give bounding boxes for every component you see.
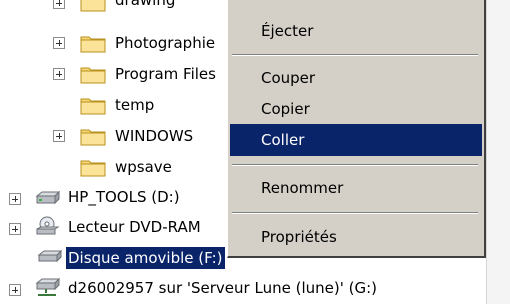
menu-separator [232, 164, 478, 166]
folder-icon [80, 67, 106, 84]
expand-toggle-windows[interactable] [53, 130, 65, 142]
expand-toggle-drawing[interactable] [53, 0, 65, 9]
folder-icon [80, 129, 106, 146]
vertical-scrollbar[interactable] [486, 0, 510, 304]
expand-toggle-network-drive[interactable] [9, 284, 21, 296]
tree-item-label[interactable]: drawing [113, 0, 177, 11]
tree-item-label[interactable]: HP_TOOLS (D:) [66, 186, 182, 208]
menu-item-proprietes[interactable]: Propriétés [230, 221, 482, 253]
tree-item-label[interactable]: d26002957 sur 'Serveur Lune (lune)' (G:) [66, 277, 379, 299]
expand-toggle-hp-tools[interactable] [9, 193, 21, 205]
tree-item-label[interactable]: Program Files [113, 63, 218, 85]
tree-item-label[interactable]: temp [113, 94, 156, 116]
menu-item-couper[interactable]: Couper [230, 62, 482, 94]
tree-item-label[interactable]: Lecteur DVD-RAM [66, 216, 203, 238]
tree-item-label[interactable]: Photographie [113, 32, 217, 54]
menu-item-ejecter[interactable]: Éjecter [230, 15, 482, 47]
tree-item-label[interactable]: wpsave [113, 156, 174, 178]
menu-item-copier[interactable]: Copier [230, 93, 482, 125]
menu-item-coller[interactable]: Coller [230, 124, 482, 156]
network-drive-icon [35, 277, 61, 296]
hard-drive-icon [35, 190, 61, 205]
menu-separator [232, 212, 478, 214]
folder-icon [80, 0, 106, 12]
expand-toggle-photographie[interactable] [53, 37, 65, 49]
tree-item-label[interactable]: WINDOWS [113, 125, 195, 147]
menu-separator [232, 54, 478, 56]
folder-icon [80, 98, 106, 115]
folder-icon [80, 160, 106, 177]
menu-item-renommer[interactable]: Renommer [230, 172, 482, 204]
tree-item-label[interactable]: Disque amovible (F:) [66, 247, 225, 269]
dvd-drive-icon [36, 216, 60, 235]
folder-icon [80, 36, 106, 53]
expand-toggle-program-files[interactable] [53, 68, 65, 80]
expand-toggle-dvd[interactable] [9, 223, 21, 235]
removable-drive-icon [37, 249, 63, 263]
context-menu: Éjecter Couper Copier Coller Renommer Pr… [227, 0, 486, 258]
